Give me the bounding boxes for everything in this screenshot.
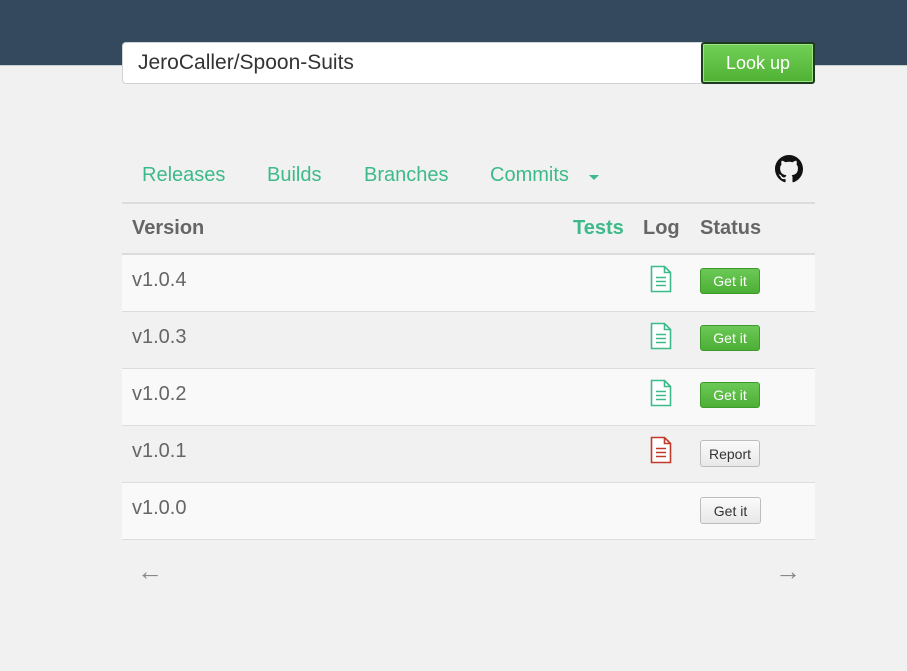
- prev-page-arrow[interactable]: ←: [137, 556, 163, 587]
- get-it-button[interactable]: Get it: [700, 497, 761, 524]
- col-log: Log: [643, 217, 680, 239]
- search-bar: Look up: [122, 42, 815, 84]
- version-cell: v1.0.4: [132, 269, 187, 291]
- log-file-icon[interactable]: [649, 265, 673, 293]
- tab-commits[interactable]: Commits: [490, 164, 569, 187]
- table-header: Version Tests Log Status: [122, 204, 815, 255]
- nav-tabs: Releases Builds Branches Commits: [122, 150, 815, 204]
- table-row: v1.0.2 Get it: [122, 369, 815, 426]
- get-it-button[interactable]: Get it: [700, 268, 760, 294]
- report-button[interactable]: Report: [700, 440, 760, 467]
- github-icon[interactable]: [775, 155, 803, 183]
- table-row: v1.0.0 Get it: [122, 483, 815, 540]
- tab-releases[interactable]: Releases: [142, 164, 225, 187]
- version-cell: v1.0.0: [132, 497, 187, 519]
- col-status: Status: [700, 217, 762, 239]
- tab-branches[interactable]: Branches: [364, 164, 449, 187]
- version-cell: v1.0.3: [132, 326, 187, 348]
- tab-builds[interactable]: Builds: [267, 164, 321, 187]
- look-up-button[interactable]: Look up: [701, 42, 815, 84]
- next-page-arrow[interactable]: →: [775, 556, 801, 587]
- get-it-button[interactable]: Get it: [700, 325, 760, 351]
- get-it-button[interactable]: Get it: [700, 382, 760, 408]
- version-cell: v1.0.1: [132, 440, 187, 462]
- log-file-icon[interactable]: [649, 322, 673, 350]
- col-version: Version: [132, 217, 205, 239]
- log-file-icon[interactable]: [649, 379, 673, 407]
- chevron-down-icon[interactable]: [589, 175, 599, 180]
- log-file-error-icon[interactable]: [649, 436, 673, 464]
- table-row: v1.0.1 Report: [122, 426, 815, 483]
- version-cell: v1.0.2: [132, 383, 187, 405]
- col-tests[interactable]: Tests: [573, 217, 624, 240]
- table-row: v1.0.3 Get it: [122, 312, 815, 369]
- repo-search-input[interactable]: [122, 42, 719, 84]
- releases-table: Version Tests Log Status v1.0.4 Get it v…: [122, 204, 815, 540]
- table-row: v1.0.4 Get it: [122, 255, 815, 312]
